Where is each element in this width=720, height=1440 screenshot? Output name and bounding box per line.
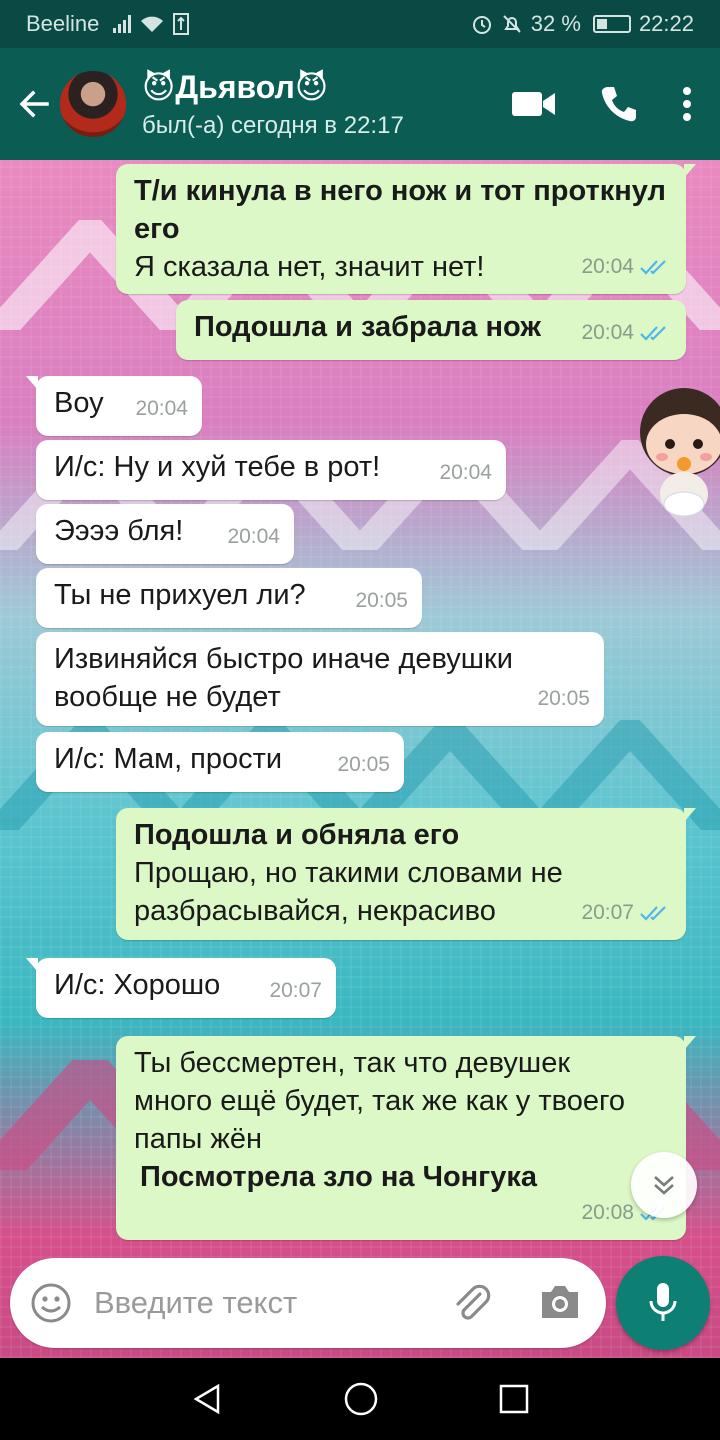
message-incoming[interactable]: И/с: Хорошо 20:07	[26, 958, 336, 1018]
mic-icon	[649, 1283, 677, 1321]
message-outgoing[interactable]: Ты бессмертен, так что девушек много ещё…	[116, 1036, 696, 1240]
message-incoming[interactable]: И/с: Мам, прости 20:05	[36, 732, 404, 792]
message-time: 20:07	[269, 979, 322, 1002]
chat-header: 😈Дьявол😈 был(-а) сегодня в 22:17	[0, 48, 720, 160]
battery-icon	[592, 15, 631, 33]
message-text: Извиняйся быстро иначе девушки вообще не…	[54, 643, 513, 713]
alarm-icon	[472, 16, 491, 34]
nav-back-icon[interactable]	[190, 1382, 224, 1416]
message-time: 20:04	[581, 321, 634, 344]
message-time: 20:07	[581, 901, 634, 924]
system-nav-bar	[0, 1358, 720, 1440]
carrier-label: Beeline	[26, 11, 100, 36]
scroll-to-bottom-button[interactable]	[631, 1152, 697, 1218]
scroll-down-icon	[654, 1176, 674, 1195]
baby-sticker-icon	[640, 388, 720, 517]
nav-home-icon[interactable]	[343, 1381, 379, 1417]
message-time: 20:05	[355, 589, 408, 612]
message-time: 20:04	[581, 255, 634, 278]
message-action-text: Посмотрела зло на Чонгука	[140, 1161, 538, 1193]
message-time: 20:04	[227, 525, 280, 548]
double-check-icon	[640, 260, 666, 275]
message-input-field[interactable]: Введите текст	[10, 1258, 606, 1348]
message-time: 20:05	[537, 687, 590, 710]
message-text: Ты бессмертен, так что девушек много ещё…	[134, 1047, 626, 1155]
data-transfer-icon	[173, 13, 190, 35]
message-outgoing[interactable]: Подошла и забрала нож 20:04	[176, 300, 686, 360]
wifi-icon	[141, 16, 164, 32]
battery-percent: 32 %	[530, 11, 581, 36]
signal-icon	[113, 15, 132, 33]
more-icon[interactable]	[682, 86, 692, 122]
message-text: И/с: Мам, прости	[54, 743, 283, 775]
message-outgoing[interactable]: Т/и кинула в него нож и тот проткнул его…	[116, 164, 696, 294]
message-text: Ты не прихуел ли?	[54, 579, 306, 611]
attach-icon[interactable]	[450, 1282, 494, 1326]
double-check-icon	[640, 906, 666, 921]
message-incoming[interactable]: Ты не прихуел ли? 20:05	[36, 568, 422, 628]
message-time: 20:04	[439, 461, 492, 484]
status-bar: Beeline 32 % 22:22	[0, 0, 720, 48]
message-action-text: Подошла и обняла его	[134, 819, 460, 851]
back-arrow-icon	[19, 90, 49, 118]
video-call-icon[interactable]	[512, 90, 556, 118]
input-bar: Введите текст	[0, 1248, 720, 1358]
message-time: 20:05	[337, 753, 390, 776]
voice-message-button[interactable]	[616, 1256, 710, 1350]
back-button[interactable]	[6, 76, 62, 132]
phone-icon[interactable]	[600, 85, 638, 123]
camera-icon[interactable]	[538, 1282, 582, 1322]
message-incoming[interactable]: Воу 20:04	[26, 376, 202, 436]
message-time: 20:04	[135, 397, 188, 420]
message-incoming[interactable]: И/с: Ну и хуй тебе в рот! 20:04	[36, 440, 506, 500]
message-incoming[interactable]: Извиняйся быстро иначе девушки вообще не…	[36, 632, 604, 726]
nav-recents-icon[interactable]	[498, 1383, 530, 1415]
message-outgoing[interactable]: Подошла и обняла его Прощаю, но такими с…	[116, 808, 696, 940]
contact-name: 😈Дьявол😈	[142, 69, 329, 105]
last-seen-status: был(-а) сегодня в 22:17	[142, 112, 404, 139]
message-text: И/с: Ну и хуй тебе в рот!	[54, 451, 381, 483]
message-time: 20:08	[581, 1201, 634, 1224]
emoji-icon[interactable]	[30, 1282, 72, 1324]
message-action-text: Т/и кинула в него нож и тот проткнул его	[134, 175, 666, 245]
double-check-icon	[640, 326, 666, 341]
chat-area[interactable]: Т/и кинула в него нож и тот проткнул его…	[0, 160, 720, 1358]
mute-icon	[503, 15, 521, 33]
contact-info[interactable]: 😈Дьявол😈 был(-а) сегодня в 22:17	[142, 68, 404, 140]
clock: 22:22	[638, 11, 694, 36]
contact-avatar[interactable]	[58, 69, 128, 139]
message-input-placeholder: Введите текст	[94, 1285, 298, 1320]
message-incoming[interactable]: Ээээ бля! 20:04	[36, 504, 294, 564]
